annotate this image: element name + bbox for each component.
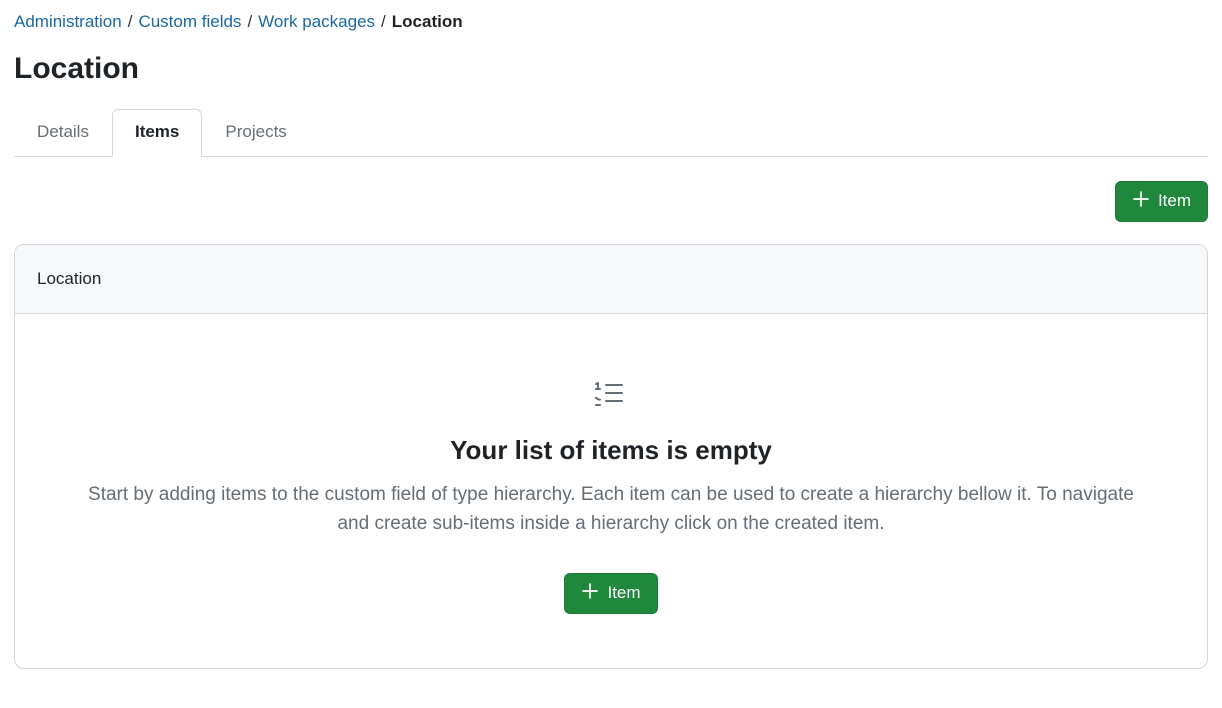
plus-icon <box>581 582 599 605</box>
tab-projects[interactable]: Projects <box>202 109 309 157</box>
items-card: Location Your list of items is empty Sta… <box>14 244 1208 669</box>
tab-details[interactable]: Details <box>14 109 112 157</box>
empty-state-title: Your list of items is empty <box>55 435 1167 466</box>
tabs: Details Items Projects <box>14 108 1208 157</box>
card-header: Location <box>15 245 1207 314</box>
breadcrumb-separator: / <box>381 10 386 34</box>
breadcrumb-link-custom-fields[interactable]: Custom fields <box>138 10 241 34</box>
ordered-list-icon <box>55 378 1167 415</box>
plus-icon <box>1132 190 1150 213</box>
breadcrumb: Administration / Custom fields / Work pa… <box>14 10 1208 34</box>
breadcrumb-separator: / <box>128 10 133 34</box>
add-item-button-top[interactable]: Item <box>1115 181 1208 222</box>
empty-state-description: Start by adding items to the custom fiel… <box>81 480 1141 539</box>
page-title: Location <box>14 52 1208 86</box>
add-item-button-label: Item <box>1158 191 1191 211</box>
breadcrumb-link-administration[interactable]: Administration <box>14 10 122 34</box>
breadcrumb-separator: / <box>247 10 252 34</box>
add-item-button-empty[interactable]: Item <box>564 573 657 614</box>
breadcrumb-link-work-packages[interactable]: Work packages <box>258 10 375 34</box>
add-item-button-label: Item <box>607 583 640 603</box>
tab-items[interactable]: Items <box>112 109 202 157</box>
action-row: Item <box>14 181 1208 222</box>
breadcrumb-current: Location <box>392 10 463 34</box>
card-body-empty-state: Your list of items is empty Start by add… <box>15 314 1207 668</box>
